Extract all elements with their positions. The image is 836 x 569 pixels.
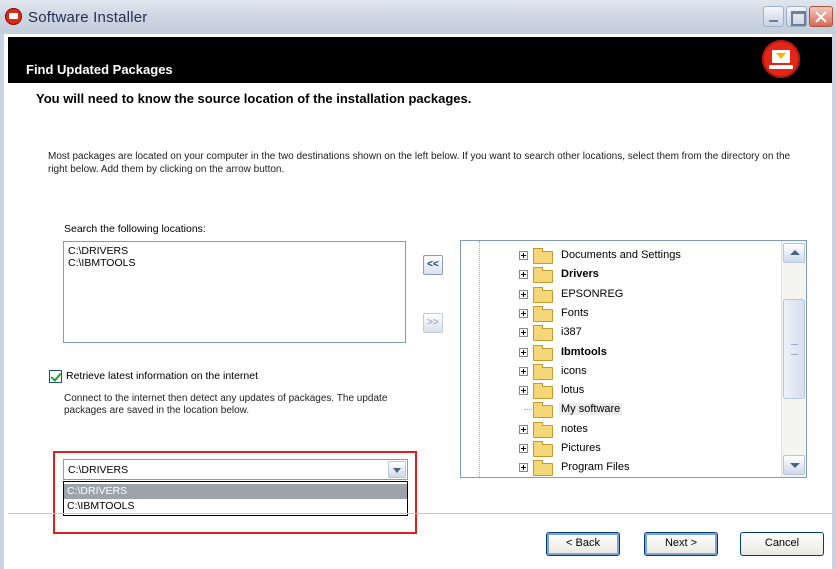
save-location-dropdown[interactable]: C:\DRIVERS C:\IBMTOOLS [63,481,408,516]
back-button[interactable]: < Back [546,532,620,556]
add-location-button[interactable]: << [423,255,443,275]
folder-icon [533,363,553,380]
tree-item[interactable]: notes [519,420,759,438]
folder-icon [533,248,553,264]
list-item[interactable]: C:\IBMTOOLS [68,257,401,269]
scroll-thumb[interactable] [783,299,805,399]
tree-connector-line [524,409,532,411]
search-locations-label: Search the following locations: [64,223,206,235]
close-button[interactable] [809,6,833,27]
dropdown-option[interactable]: C:\DRIVERS [64,484,407,499]
next-button[interactable]: Next > [644,532,718,556]
header-band: Find Updated Packages [8,37,832,83]
tree-item-label: lotus [561,384,585,397]
list-item[interactable]: C:\DRIVERS [68,245,401,257]
remove-location-button[interactable]: >> [423,313,443,333]
minimize-button[interactable] [763,6,784,27]
tree-item-label: Drivers [561,268,599,281]
folder-icon [533,441,553,457]
save-location-combo[interactable]: C:\DRIVERS [63,459,408,480]
tree-item-label: Pictures [561,442,601,454]
folder-icon [533,286,553,303]
expand-plus-icon[interactable] [519,463,528,473]
download-icon-base [769,65,793,69]
tree-item-label: Program Files [561,461,630,474]
tree-item[interactable]: Pictures [519,439,759,457]
page-subheading: You will need to know the source locatio… [36,91,472,106]
tree-item[interactable]: lotus [519,381,759,400]
cancel-button[interactable]: Cancel [740,532,824,556]
retrieve-internet-label[interactable]: Retrieve latest information on the inter… [66,370,258,382]
folder-icon [533,460,553,477]
scroll-up-button[interactable] [783,243,805,263]
chevron-down-icon[interactable] [388,461,406,478]
tree-item[interactable]: Ibmtools [519,343,759,361]
tree-item-label: Fonts [561,306,589,319]
expand-plus-icon[interactable] [519,424,528,434]
window-title: Software Installer [28,9,148,26]
expand-plus-icon[interactable] [519,270,528,280]
expand-plus-icon[interactable] [519,386,528,396]
expand-plus-icon[interactable] [519,347,528,357]
tree-item[interactable]: i387 [519,323,759,342]
folder-icon [533,344,553,361]
tree-item-label: EPSONREG [561,287,624,300]
expand-plus-icon[interactable] [519,328,528,338]
tree-item[interactable]: EPSONREG [519,285,759,303]
tree-item-label: Documents and Settings [561,249,681,261]
download-icon [762,40,800,78]
page-heading: Find Updated Packages [26,62,173,77]
window-frame-right [832,34,836,569]
tree-guide-line [479,241,480,477]
tree-item[interactable]: Documents and Settings [519,246,759,264]
maximize-button[interactable] [786,6,807,27]
expand-plus-icon[interactable] [519,289,528,299]
folder-icon [533,267,553,284]
tree-item[interactable]: Program Files [519,458,759,477]
tree-item[interactable]: Fonts [519,304,759,322]
internet-description: Connect to the internet then detect any … [64,393,388,416]
folder-icon [533,325,553,342]
footer-separator [8,513,832,514]
search-locations-list[interactable]: C:\DRIVERS C:\IBMTOOLS [63,241,406,343]
title-bar[interactable]: Software Installer [0,0,836,34]
scroll-down-button[interactable] [783,455,805,475]
tree-item-label: i387 [561,326,582,339]
tree-scrollbar[interactable] [781,241,806,477]
folder-icon [533,402,553,419]
tree-item-label: My software [559,403,623,416]
app-icon [5,8,22,25]
retrieve-internet-checkbox[interactable] [49,370,62,383]
combo-value: C:\DRIVERS [68,464,129,476]
tree-item[interactable]: icons [519,362,759,380]
expand-plus-icon[interactable] [519,308,528,318]
folder-icon [533,305,553,322]
directory-tree[interactable]: Documents and Settings Drivers EPSONREG Fon… [460,240,807,478]
tree-item[interactable]: Drivers [519,265,759,284]
folder-icon [533,421,553,438]
dropdown-option[interactable]: C:\IBMTOOLS [64,499,407,514]
info-text: Most packages are located on your comput… [48,151,791,175]
tree-item-label: notes [561,422,588,435]
window-frame-left [0,34,4,569]
expand-plus-icon[interactable] [519,444,528,453]
expand-plus-icon[interactable] [519,251,528,260]
expand-plus-icon[interactable] [519,366,528,376]
tree-item-label: Ibmtools [561,345,607,358]
tree-item-label: icons [561,364,587,377]
folder-icon [533,383,553,400]
tree-item[interactable]: My software [519,400,759,419]
download-icon-screen [772,50,790,63]
